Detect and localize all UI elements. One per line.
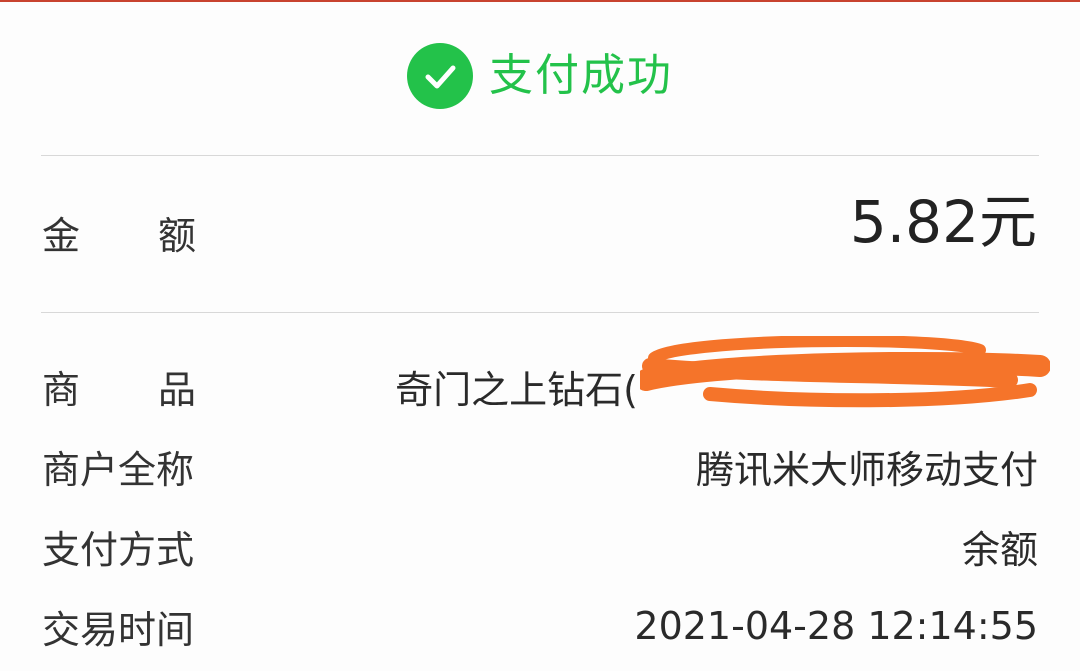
amount-label: 金额 <box>42 205 196 260</box>
merchant-value: 腾讯米大师移动支付 <box>695 447 1038 492</box>
amount-value: 5.82元 <box>849 188 1037 256</box>
transaction-time-value: 2021-04-28 12:14:55 <box>634 604 1038 648</box>
transaction-time-row: 交易时间 2021-04-28 12:14:55 <box>42 596 1038 656</box>
divider-middle <box>41 312 1039 313</box>
amount-label-char-2: 额 <box>158 214 197 258</box>
top-accent-bar <box>0 0 1080 2</box>
divider-top <box>41 155 1039 156</box>
product-label-char-1: 商 <box>42 367 81 412</box>
payment-method-value: 余额 <box>961 527 1038 572</box>
transaction-time-label: 交易时间 <box>42 607 195 652</box>
payment-method-row: 支付方式 余额 <box>42 516 1038 576</box>
amount-label-char-1: 金 <box>42 214 81 258</box>
product-label: 商品 <box>42 359 196 414</box>
payment-method-label: 支付方式 <box>42 527 195 572</box>
merchant-row: 商户全称 腾讯米大师移动支付 <box>42 436 1038 496</box>
check-circle-icon <box>407 43 473 109</box>
payment-status-header: 支付成功 <box>0 40 1080 112</box>
merchant-label: 商户全称 <box>42 447 195 492</box>
product-value: 奇门之上钻石( <box>395 367 638 412</box>
product-row: 商品 奇门之上钻石( <box>42 356 1038 416</box>
payment-success-title: 支付成功 <box>489 50 673 101</box>
product-label-char-2: 品 <box>158 367 197 412</box>
